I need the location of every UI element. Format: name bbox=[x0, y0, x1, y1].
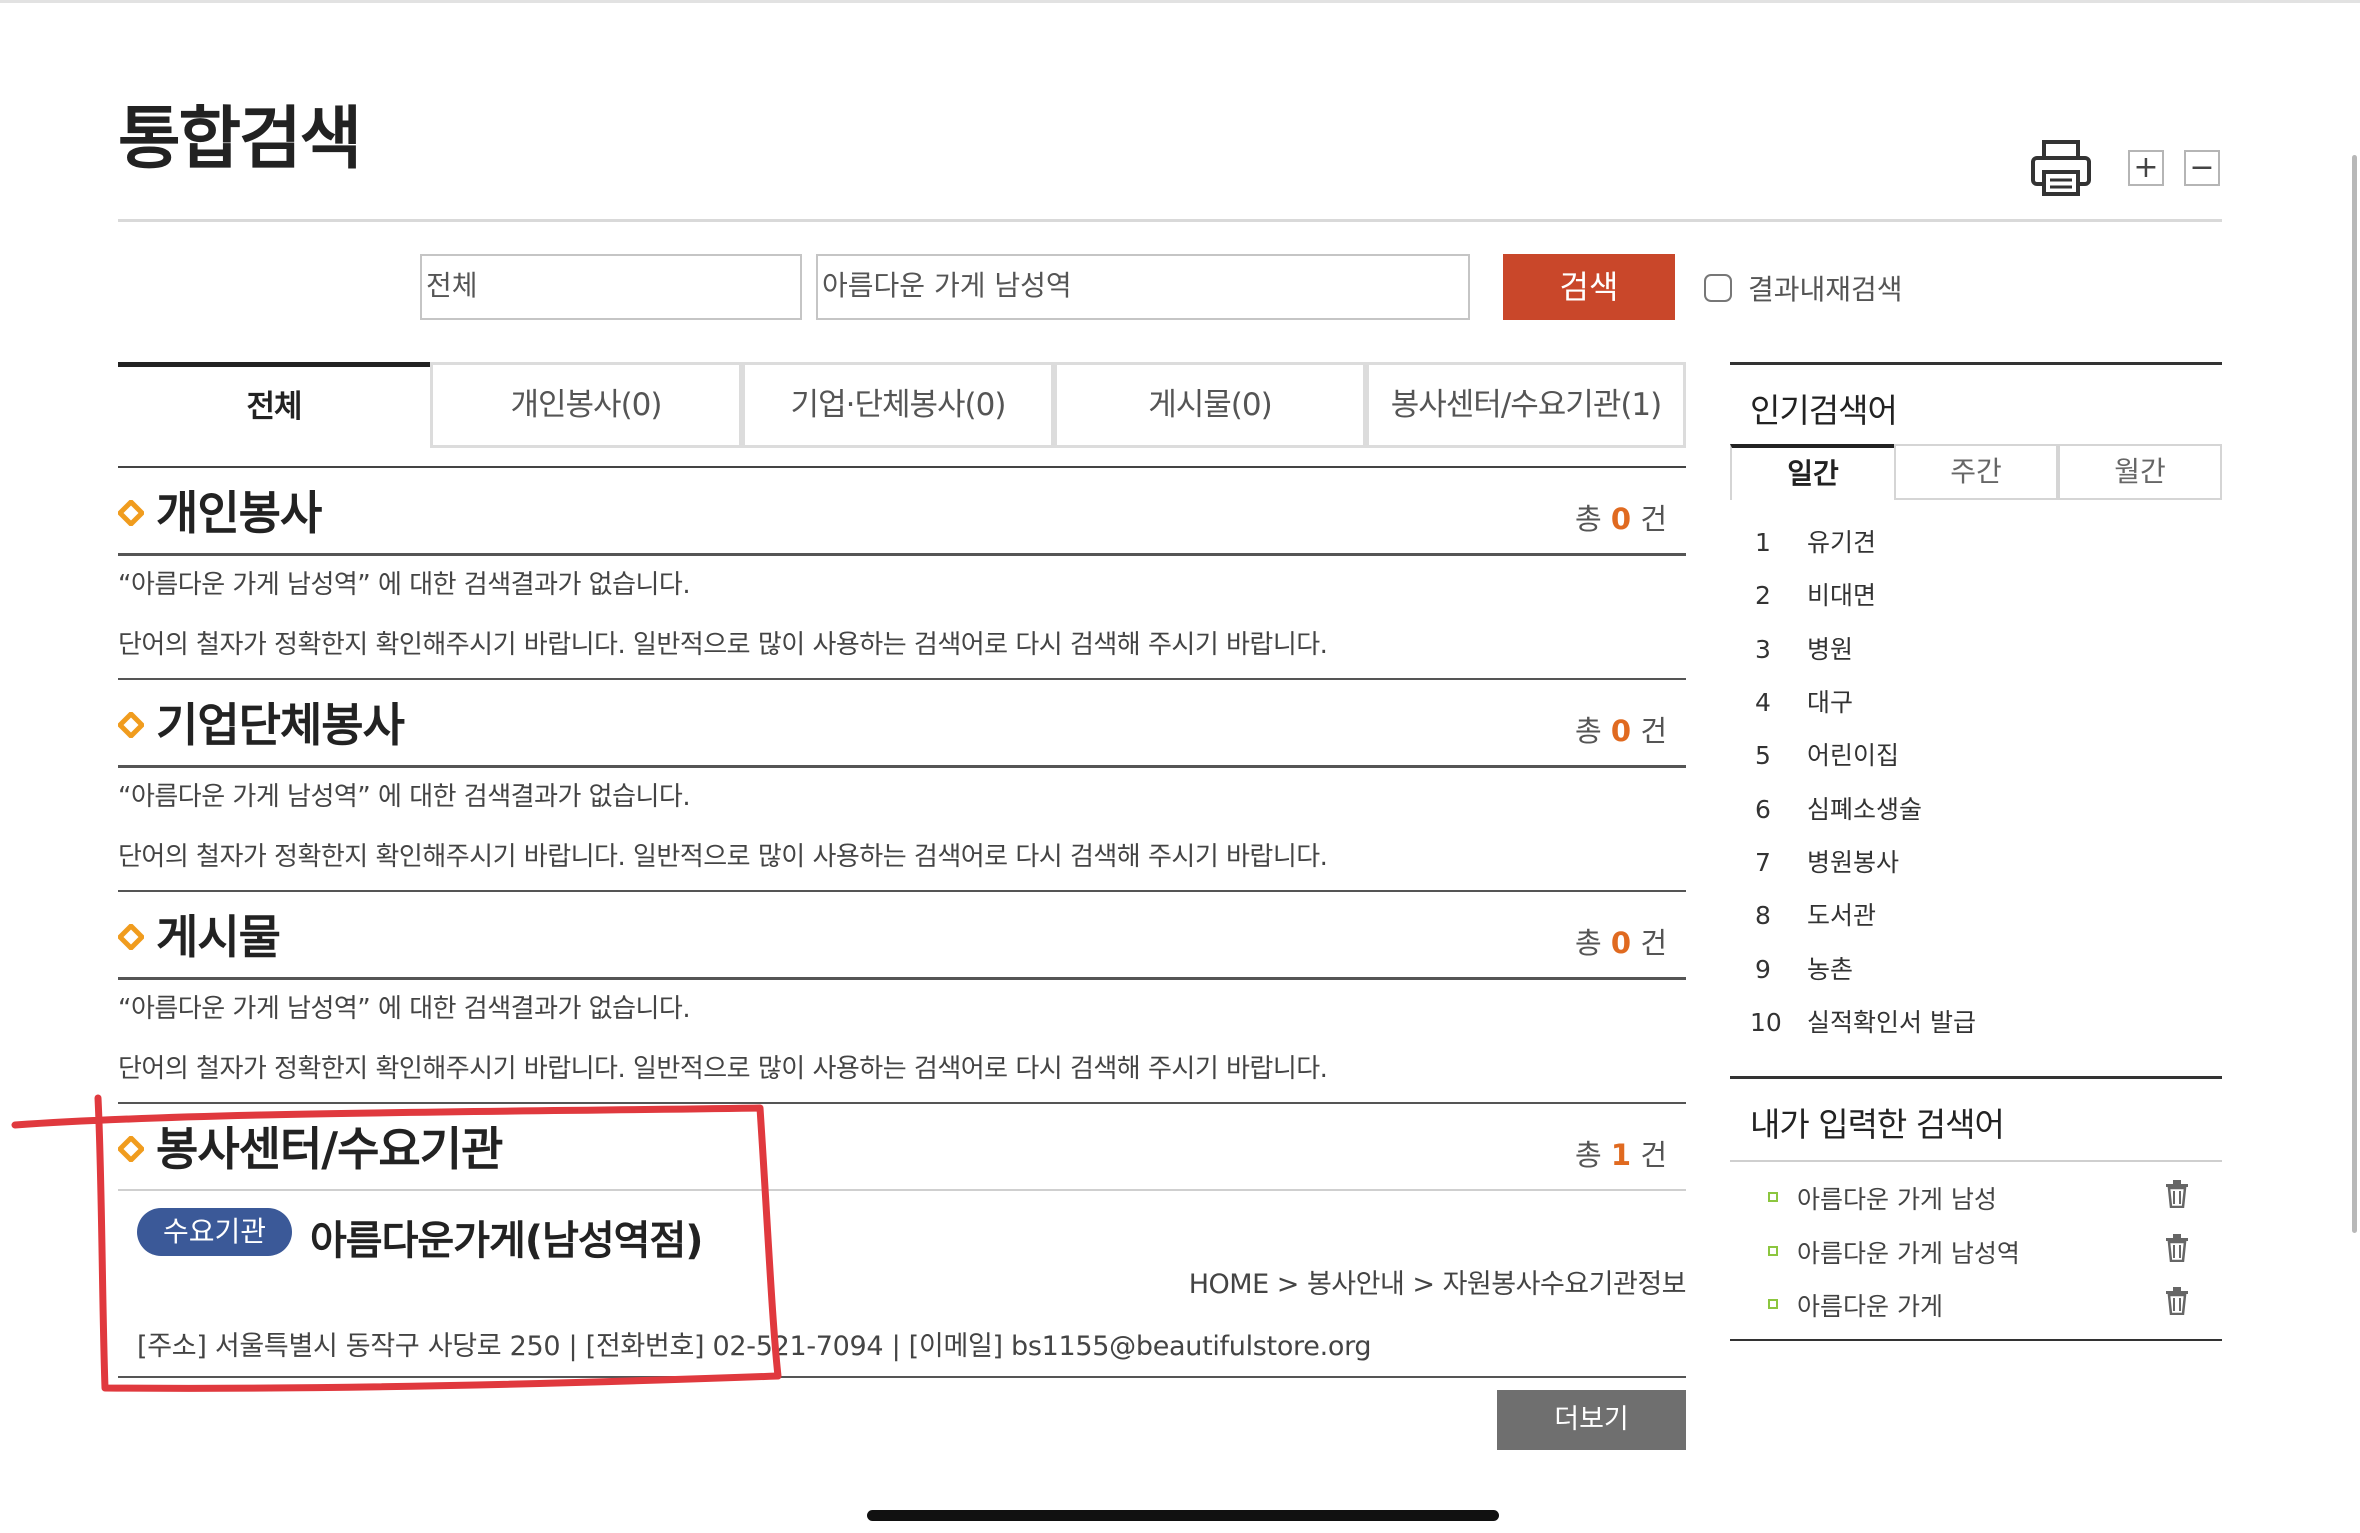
section-divider bbox=[118, 765, 1686, 768]
section-divider bbox=[118, 678, 1686, 680]
diamond-bullet-icon bbox=[118, 924, 144, 950]
search-within-results-label: 결과내재검색 bbox=[1748, 273, 1903, 306]
sidebar-divider bbox=[1730, 1076, 2222, 1079]
popular-item[interactable]: 3 병원 bbox=[1755, 630, 1853, 666]
page-title: 통합검색 bbox=[118, 100, 362, 179]
my-search-item[interactable]: 아름다운 가게 bbox=[1797, 1287, 1943, 1323]
no-result-message: “아름다운 가게 남성역” 에 대한 검색결과가 없습니다. bbox=[118, 782, 691, 812]
scrollbar[interactable] bbox=[2352, 155, 2357, 1233]
org-name-link[interactable]: 아름다운가게(남성역점) bbox=[310, 1208, 704, 1266]
popular-item[interactable]: 8 도서관 bbox=[1755, 896, 1876, 932]
section-count: 총 0 건 bbox=[1575, 502, 1667, 536]
sidebar-divider bbox=[1730, 1339, 2222, 1341]
more-button[interactable]: 더보기 bbox=[1497, 1390, 1686, 1450]
popular-item[interactable]: 1 유기견 bbox=[1755, 523, 1876, 559]
section-divider bbox=[118, 1376, 1686, 1378]
popular-item[interactable]: 5 어린이집 bbox=[1755, 736, 1899, 772]
title-divider bbox=[118, 219, 2222, 222]
tab-personal-volunteer[interactable]: 개인봉사(0) bbox=[430, 362, 742, 448]
diamond-bullet-icon bbox=[118, 1136, 144, 1162]
list-bullet-icon bbox=[1768, 1192, 1778, 1202]
search-button[interactable]: 검색 bbox=[1503, 254, 1675, 320]
sidebar-divider bbox=[1730, 362, 2222, 365]
no-result-hint: 단어의 철자가 정확한지 확인해주시기 바랍니다. 일반적으로 많이 사용하는 … bbox=[118, 630, 1328, 660]
popular-tab-daily[interactable]: 일간 bbox=[1730, 444, 1894, 500]
section-count: 총 1 건 bbox=[1575, 1138, 1667, 1172]
section-title-group: 기업단체봉사 bbox=[156, 698, 405, 752]
popular-tab-weekly[interactable]: 주간 bbox=[1894, 444, 2058, 500]
list-bullet-icon bbox=[1768, 1246, 1778, 1256]
section-divider bbox=[118, 1102, 1686, 1104]
section-title-posts: 게시물 bbox=[156, 910, 281, 964]
tab-all[interactable]: 전체 bbox=[118, 362, 430, 448]
my-search-item[interactable]: 아름다운 가게 남성 bbox=[1797, 1180, 1997, 1216]
trash-icon[interactable] bbox=[2165, 1180, 2189, 1208]
my-search-item[interactable]: 아름다운 가게 남성역 bbox=[1797, 1234, 2020, 1270]
org-contact-info: [주소] 서울특별시 동작구 사당로 250 | [전화번호] 02-521-7… bbox=[137, 1331, 1372, 1362]
popular-item[interactable]: 10 실적확인서 발급 bbox=[1750, 1003, 1976, 1039]
diamond-bullet-icon bbox=[118, 712, 144, 738]
section-divider bbox=[118, 890, 1686, 892]
org-type-badge: 수요기관 bbox=[137, 1208, 292, 1256]
no-result-hint: 단어의 철자가 정확한지 확인해주시기 바랍니다. 일반적으로 많이 사용하는 … bbox=[118, 1054, 1328, 1084]
section-title-personal: 개인봉사 bbox=[156, 486, 322, 540]
section-count: 총 0 건 bbox=[1575, 714, 1667, 748]
section-divider bbox=[118, 977, 1686, 980]
result-tabs: 전체 개인봉사(0) 기업·단체봉사(0) 게시물(0) 봉사센터/수요기관(1… bbox=[118, 362, 1686, 448]
popular-item[interactable]: 2 비대면 bbox=[1755, 576, 1876, 612]
no-result-hint: 단어의 철자가 정확한지 확인해주시기 바랍니다. 일반적으로 많이 사용하는 … bbox=[118, 842, 1328, 872]
top-border bbox=[0, 0, 2360, 3]
popular-item[interactable]: 6 심폐소생술 bbox=[1755, 790, 1922, 826]
no-result-message: “아름다운 가게 남성역” 에 대한 검색결과가 없습니다. bbox=[118, 994, 691, 1024]
diamond-bullet-icon bbox=[118, 500, 144, 526]
section-divider bbox=[118, 553, 1686, 556]
my-searches-title: 내가 입력한 검색어 bbox=[1750, 1105, 2005, 1144]
sidebar-divider bbox=[1730, 1160, 2222, 1162]
home-indicator bbox=[867, 1510, 1499, 1521]
search-scope-select[interactable]: 전체 bbox=[420, 254, 802, 320]
result-breadcrumb[interactable]: HOME > 봉사안내 > 자원봉사수요기관정보 bbox=[1150, 1262, 1687, 1301]
popular-item[interactable]: 7 병원봉사 bbox=[1755, 843, 1899, 879]
tab-centers[interactable]: 봉사센터/수요기관(1) bbox=[1366, 362, 1686, 448]
tab-group-volunteer[interactable]: 기업·단체봉사(0) bbox=[742, 362, 1054, 448]
tabs-divider bbox=[118, 466, 1686, 468]
trash-icon[interactable] bbox=[2165, 1234, 2189, 1262]
tab-posts[interactable]: 게시물(0) bbox=[1054, 362, 1366, 448]
section-count: 총 0 건 bbox=[1575, 926, 1667, 960]
section-title-centers: 봉사센터/수요기관 bbox=[156, 1122, 503, 1176]
search-within-results-checkbox[interactable] bbox=[1704, 274, 1732, 302]
list-bullet-icon bbox=[1768, 1299, 1778, 1309]
search-input[interactable]: 아름다운 가게 남성역 bbox=[816, 254, 1470, 320]
popular-tab-monthly[interactable]: 월간 bbox=[2058, 444, 2222, 500]
popular-searches-title: 인기검색어 bbox=[1750, 391, 1898, 430]
popular-item[interactable]: 4 대구 bbox=[1755, 683, 1853, 719]
trash-icon[interactable] bbox=[2165, 1287, 2189, 1315]
print-icon[interactable] bbox=[2030, 140, 2092, 198]
popular-item[interactable]: 9 농촌 bbox=[1755, 950, 1853, 986]
section-divider bbox=[118, 1189, 1686, 1191]
no-result-message: “아름다운 가게 남성역” 에 대한 검색결과가 없습니다. bbox=[118, 570, 691, 600]
zoom-in-button[interactable]: + bbox=[2128, 150, 2164, 186]
zoom-out-button[interactable]: − bbox=[2184, 150, 2220, 186]
